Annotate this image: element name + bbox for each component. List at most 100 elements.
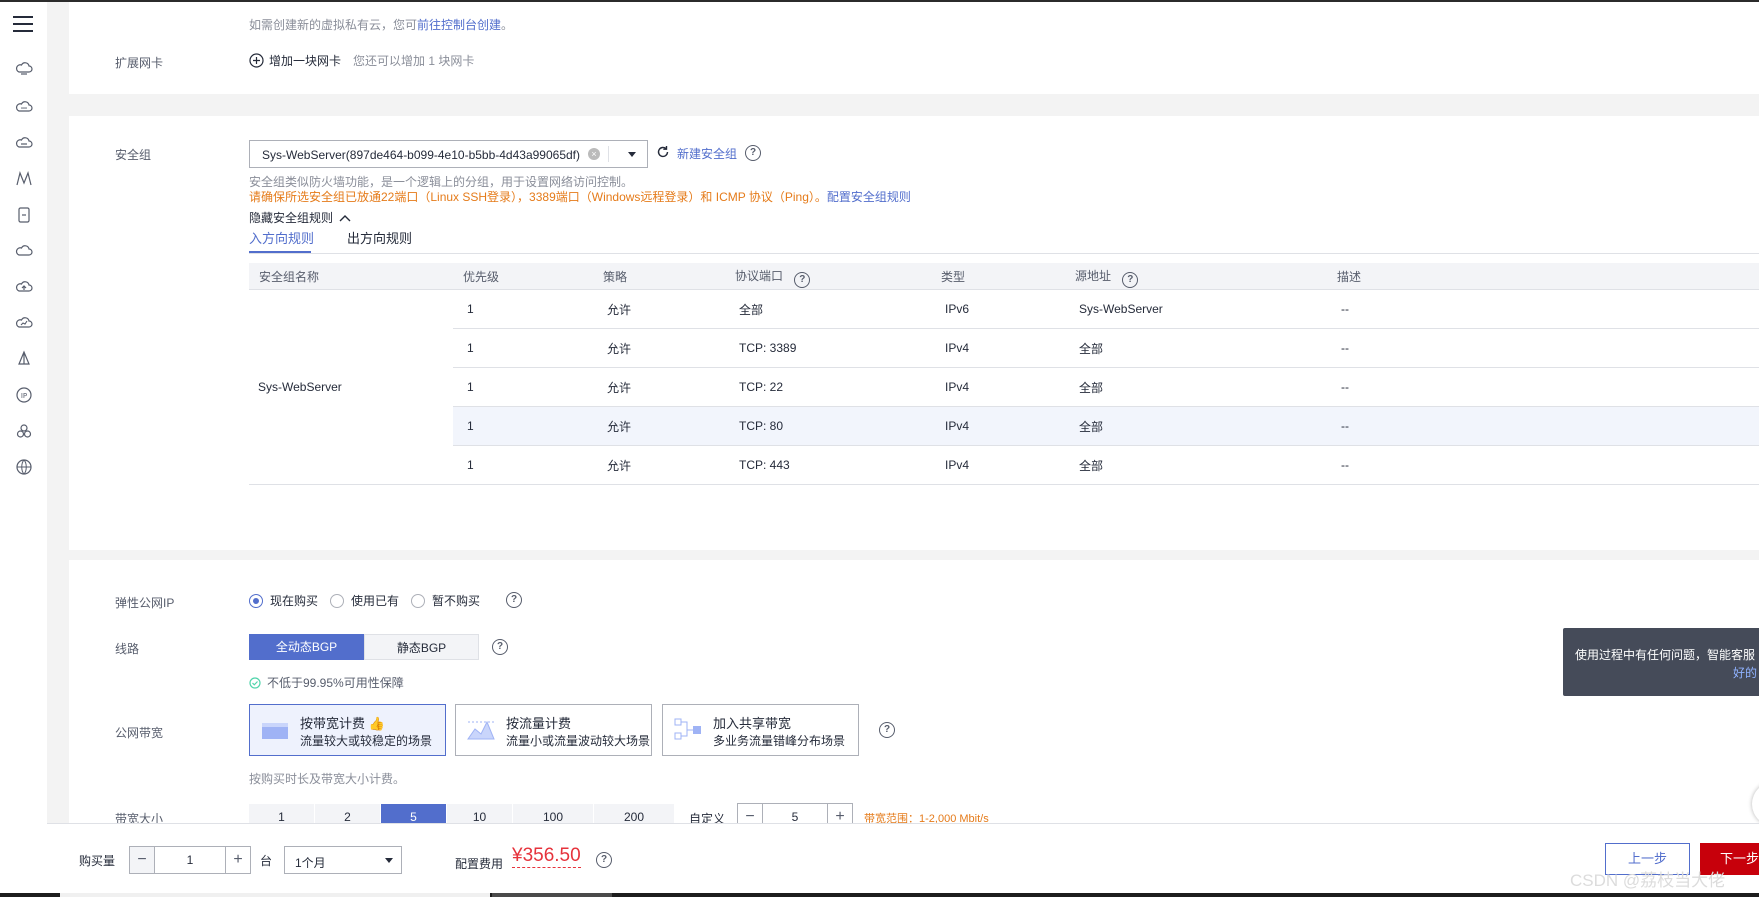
col-type: 类型	[931, 263, 1065, 290]
quantity-stepper[interactable]: − 1 +	[129, 846, 251, 874]
card-desc: 流量小或流量波动较大场景	[506, 734, 651, 748]
cell-priority: 1	[453, 289, 593, 329]
bill-by-traffic-card[interactable]: 按流量计费 流量小或流量波动较大场景	[455, 704, 652, 756]
cell-priority: 1	[453, 328, 593, 368]
network-icon[interactable]	[15, 350, 33, 368]
radio-checked	[249, 593, 263, 608]
cloud-icon[interactable]	[15, 98, 33, 116]
eip-card: 弹性公网IP 现在购买 使用已有 暂不购买 ? 线路 全动态BGP 静态BGP …	[69, 560, 1759, 831]
config-rules-link[interactable]: 配置安全组规则	[827, 190, 911, 204]
database-icon[interactable]	[15, 170, 33, 188]
bandwidth-chart-icon	[260, 717, 290, 743]
hide-rules-toggle[interactable]: 隐藏安全组规则	[249, 209, 351, 226]
plus-icon[interactable]: +	[226, 847, 250, 873]
storage-icon[interactable]	[15, 206, 33, 224]
security-group-label: 安全组	[115, 148, 152, 162]
bandwidth-note: 按购买时长及带宽大小计费。	[249, 772, 406, 786]
sidebar: IP	[0, 2, 48, 897]
cell-type: IPv6	[931, 289, 1065, 329]
cell-policy: 允许	[593, 406, 725, 446]
radio-unchecked	[330, 593, 344, 608]
duration-value: 1个月	[295, 856, 326, 870]
globe-icon[interactable]	[15, 458, 33, 476]
eip-icon[interactable]: IP	[15, 386, 33, 404]
col-priority: 优先级	[453, 263, 593, 290]
svg-text:IP: IP	[21, 392, 27, 400]
tooltip-link[interactable]: 好的	[1733, 664, 1757, 681]
security-group-select[interactable]: Sys-WebServer(897de464-b099-4e10-b5bb-4d…	[249, 140, 648, 168]
help-icon[interactable]: ?	[506, 592, 522, 608]
cell-port: TCP: 80	[725, 406, 931, 446]
quantity-value[interactable]: 1	[154, 847, 226, 873]
chevron-down-icon[interactable]	[628, 152, 636, 157]
watermark: CSDN @荔枝当大佬	[1570, 871, 1726, 890]
cloud-monitor-icon[interactable]	[15, 314, 33, 332]
cell-policy: 允许	[593, 445, 725, 485]
plus-circle-icon	[249, 53, 264, 68]
tabs-divider	[249, 253, 1759, 254]
card-desc: 多业务流量错峰分布场景	[713, 734, 846, 748]
cell-desc: --	[1327, 445, 1759, 485]
cell-policy: 允许	[593, 367, 725, 407]
help-icon[interactable]: ?	[745, 145, 761, 161]
cloud-host-icon[interactable]	[15, 134, 33, 152]
cloud-storage-icon[interactable]	[15, 242, 33, 260]
shared-bandwidth-card[interactable]: 加入共享带宽 多业务流量错峰分布场景	[662, 704, 859, 756]
cell-port: TCP: 3389	[725, 328, 931, 368]
tab-outbound[interactable]: 出方向规则	[347, 228, 412, 247]
cell-priority: 1	[453, 445, 593, 485]
menu-icon[interactable]	[13, 16, 33, 34]
main-content: 如需创建新的虚拟私有云，您可前往控制台创建。 扩展网卡 增加一块网卡 您还可以增…	[47, 2, 1759, 897]
unit-label: 台	[260, 854, 273, 868]
help-icon[interactable]: ?	[492, 639, 508, 655]
col-policy: 策略	[593, 263, 725, 290]
tab-inbound[interactable]: 入方向规则	[249, 228, 314, 247]
radio-unchecked	[411, 593, 425, 608]
line-guarantee: 不低于99.95%可用性保障	[249, 674, 404, 691]
fee-amount: ¥356.50	[512, 845, 581, 868]
eip-not-buy-radio[interactable]: 暂不购买	[411, 592, 480, 609]
cell-source: 全部	[1065, 445, 1327, 485]
refresh-icon[interactable]	[656, 145, 670, 159]
col-source: 源地址 ?	[1065, 263, 1327, 290]
card-title: 加入共享带宽	[713, 716, 792, 731]
shared-network-icon	[673, 717, 703, 743]
cell-port: TCP: 22	[725, 367, 931, 407]
cell-policy: 允许	[593, 289, 725, 329]
bill-by-bandwidth-card[interactable]: 按带宽计费 👍 流量较大或较稳定的场景	[249, 704, 446, 756]
minus-icon[interactable]: −	[130, 847, 154, 873]
cluster-icon[interactable]	[15, 422, 33, 440]
line-static-bgp-button[interactable]: 静态BGP	[364, 634, 479, 660]
bottom-border	[0, 893, 1759, 897]
help-icon[interactable]: ?	[794, 271, 811, 288]
help-icon[interactable]: ?	[1122, 271, 1139, 288]
rules-table: 安全组名称 优先级 策略 协议端口 ? 类型 源地址 ? 描述 Sys-WebS…	[249, 263, 1759, 485]
cell-source: 全部	[1065, 328, 1327, 368]
table-row: 1 允许 TCP: 443 IPv4 全部 --	[249, 445, 1759, 485]
clear-icon[interactable]: ×	[588, 148, 600, 160]
create-security-group-link[interactable]: 新建安全组	[677, 145, 737, 162]
chevron-up-icon	[339, 214, 351, 221]
table-row: 1 允许 TCP: 3389 IPv4 全部 --	[249, 328, 1759, 368]
eip-use-existing-radio[interactable]: 使用已有	[330, 592, 399, 609]
eip-buy-now-radio[interactable]: 现在购买	[249, 592, 318, 609]
line-dynamic-bgp-button[interactable]: 全动态BGP	[249, 634, 364, 660]
cell-type: IPv4	[931, 367, 1065, 407]
security-group-value: Sys-WebServer(897de464-b099-4e10-b5bb-4d…	[262, 148, 580, 162]
eip-label: 弹性公网IP	[115, 596, 175, 610]
cloud-upload-icon[interactable]	[15, 278, 33, 296]
card-title: 按带宽计费 👍	[300, 716, 385, 731]
duration-select[interactable]: 1个月	[284, 846, 402, 874]
help-icon[interactable]: ?	[596, 852, 612, 868]
card-desc: 流量较大或较稳定的场景	[300, 734, 433, 748]
cell-source-link[interactable]: Sys-WebServer	[1065, 289, 1327, 329]
help-icon[interactable]: ?	[879, 722, 895, 738]
radio-label: 使用已有	[351, 594, 400, 608]
traffic-chart-icon	[466, 717, 496, 743]
table-row: 1 允许 TCP: 22 IPv4 全部 --	[249, 367, 1759, 407]
cell-source: 全部	[1065, 367, 1327, 407]
create-vpc-link[interactable]: 前往控制台创建	[417, 18, 501, 32]
cell-source: 全部	[1065, 406, 1327, 446]
add-nic-button[interactable]: 增加一块网卡 您还可以增加 1 块网卡	[249, 52, 474, 69]
cloud-server-icon[interactable]	[15, 60, 33, 78]
